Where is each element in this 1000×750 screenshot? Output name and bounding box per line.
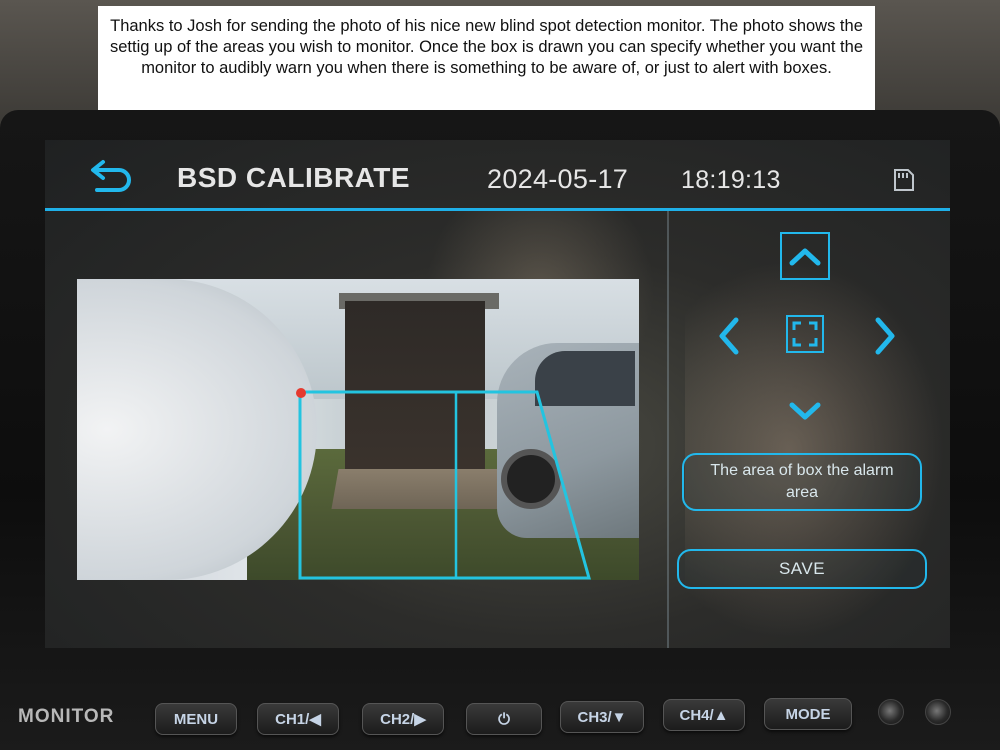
monitor-brand-label: MONITOR: [18, 706, 115, 727]
chevron-left-icon: [719, 317, 739, 355]
top-bar: BSD CALIBRATE 2024-05-17 18:19:13: [45, 140, 950, 211]
detection-zone-box: [298, 390, 591, 580]
light-sensor: [925, 699, 951, 725]
chevron-right-icon: [875, 317, 895, 355]
back-arrow-icon[interactable]: [89, 156, 135, 192]
zone-corner-marker: [296, 388, 306, 398]
page-title: BSD CALIBRATE: [177, 162, 411, 193]
alarm-area-info-text: The area of box the alarm area: [710, 462, 894, 501]
mode-hardware-button-label: MODE: [785, 705, 831, 723]
power-icon: ⏻: [498, 710, 510, 728]
mode-hardware-button[interactable]: MODE: [764, 698, 852, 730]
move-left-button[interactable]: [709, 312, 749, 360]
camera-view[interactable]: [77, 279, 639, 580]
chevron-up-icon: [789, 248, 821, 266]
resize-box-button[interactable]: [783, 312, 827, 356]
sd-card-icon: [894, 169, 914, 191]
move-down-button[interactable]: [780, 392, 830, 432]
alarm-area-info-box: The area of box the alarm area: [682, 453, 922, 511]
move-right-button[interactable]: [865, 312, 905, 360]
save-button-label: SAVE: [778, 559, 826, 578]
date-display: 2024-05-17: [487, 164, 629, 194]
detection-zone-overlay[interactable]: [77, 279, 639, 580]
ch2-hardware-button-label: CH2/▶: [380, 711, 426, 728]
ch1-hardware-button-label: CH1/◀: [275, 711, 321, 728]
photo-caption: Thanks to Josh for sending the photo of …: [98, 6, 875, 110]
ch3-hardware-button-label: CH3/▼: [577, 708, 627, 726]
status-led: [878, 699, 904, 725]
panel-divider: [667, 211, 669, 648]
ch1-hardware-button[interactable]: CH1/◀: [257, 703, 339, 735]
ch4-hardware-button-label: CH4/▲: [679, 706, 729, 724]
ch4-hardware-button[interactable]: CH4/▲: [663, 699, 745, 731]
move-up-button[interactable]: [780, 232, 830, 280]
ch2-hardware-button[interactable]: CH2/▶: [362, 703, 444, 735]
ch3-hardware-button[interactable]: CH3/▼: [560, 701, 644, 733]
monitor-screen: BSD CALIBRATE 2024-05-17 18:19:13 The ar…: [45, 140, 950, 648]
resize-box-icon: [786, 315, 824, 353]
power-hardware-button[interactable]: ⏻: [466, 703, 542, 735]
caption-text: Thanks to Josh for sending the photo of …: [110, 17, 863, 77]
time-display: 18:19:13: [681, 166, 781, 194]
save-button[interactable]: SAVE: [677, 549, 927, 589]
menu-hardware-button-label: MENU: [173, 710, 219, 728]
menu-hardware-button[interactable]: MENU: [155, 703, 237, 735]
chevron-down-icon: [789, 402, 821, 420]
